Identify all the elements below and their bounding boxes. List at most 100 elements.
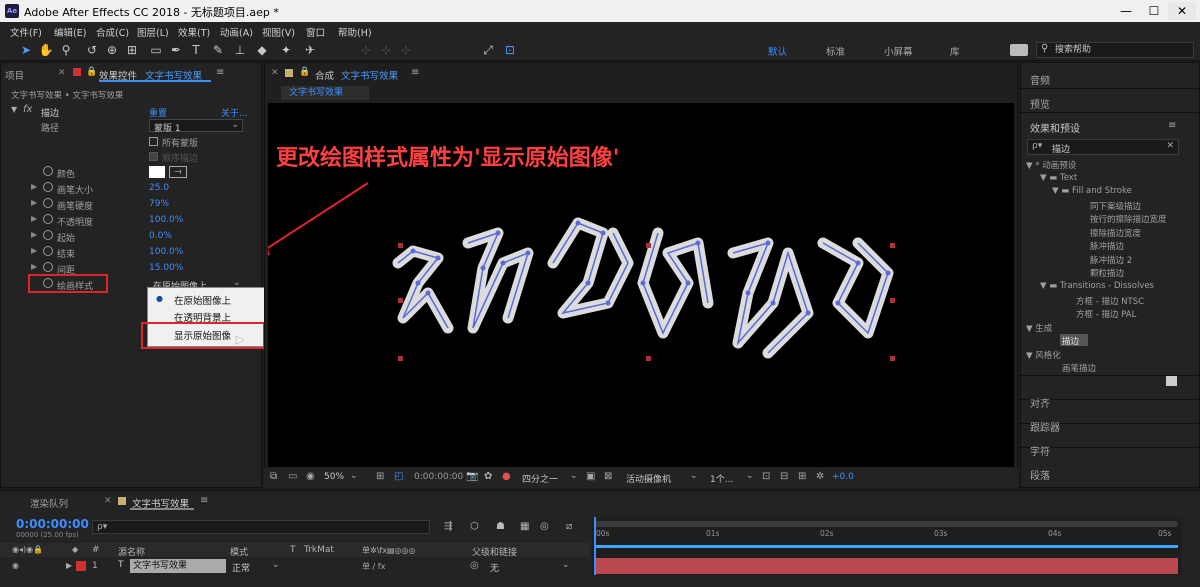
roto-brush-tool-icon[interactable]: ✦ [278, 42, 294, 58]
panel-menu-icon[interactable]: ≡ [216, 67, 224, 78]
zoom-select[interactable]: 50% [324, 472, 344, 482]
expand-triangle-icon[interactable]: ▶ [31, 182, 37, 191]
minimize-button[interactable]: — [1112, 2, 1140, 20]
layer-name[interactable]: 文字书写效果 [130, 559, 226, 573]
mask-visibility-icon[interactable]: ◉ [306, 471, 315, 482]
flowchart-icon[interactable]: ⊞ [798, 471, 806, 482]
tree-item[interactable]: 按行的擦除描边宽度 [1090, 213, 1167, 225]
toggle-pixel-aspect-icon[interactable]: ⊡ [762, 471, 770, 482]
local-axis-icon[interactable]: ⊹ [358, 42, 374, 58]
tree-item[interactable]: 方框 - 描边 NTSC [1076, 295, 1144, 307]
pick-whip-icon[interactable]: ◎ [470, 560, 479, 571]
expand-triangle-icon[interactable]: ▶ [31, 246, 37, 255]
snapping-icon[interactable]: ⤢ [480, 42, 496, 58]
panel-tracker[interactable]: 跟踪器 [1030, 419, 1060, 434]
camera-tool-icon[interactable]: ⊕ [104, 42, 120, 58]
all-masks-checkbox[interactable] [149, 137, 158, 146]
stopwatch-icon[interactable] [43, 182, 53, 192]
tree-item[interactable]: 擦除描边宽度 [1090, 227, 1141, 239]
transparency-grid-icon[interactable]: ⊠ [604, 471, 612, 482]
tree-item[interactable]: 方框 - 描边 PAL [1076, 308, 1136, 320]
color-channel-icon[interactable]: ● [502, 471, 511, 482]
time-navigator[interactable] [594, 521, 1178, 527]
tree-item[interactable]: 同下案级描边 [1090, 200, 1141, 212]
param-value[interactable]: 100.0% [149, 247, 183, 257]
always-preview-icon[interactable]: ⧉ [270, 471, 277, 482]
panel-paragraph[interactable]: 段落 [1030, 467, 1050, 482]
current-time-indicator[interactable] [594, 517, 596, 575]
timeline-timecode[interactable]: 0:00:00:00 [16, 517, 89, 531]
stopwatch-icon[interactable] [43, 246, 53, 256]
panel-menu-icon[interactable]: ≡ [411, 67, 419, 78]
stopwatch-icon[interactable] [43, 166, 53, 176]
table-row[interactable]: ◉ ▶ 1 T 文字书写效果 正常 ⌄ 单 ∕ fx ◎ 无 ⌄ [0, 558, 590, 574]
sequential-checkbox[interactable] [149, 152, 158, 161]
close-button[interactable]: ✕ [1168, 2, 1196, 20]
tree-item-selected[interactable]: 描边 [1062, 335, 1079, 347]
tab-composition-name[interactable]: 文字书写效果 [341, 68, 398, 82]
menu-animation[interactable]: 动画(A) [220, 25, 253, 39]
graph-editor-icon[interactable]: ⧄ [566, 521, 572, 532]
snapshot-icon[interactable]: 📷 [466, 471, 478, 482]
expand-triangle-icon[interactable]: ▼ [11, 105, 17, 114]
snap-target-icon[interactable]: ⊡ [502, 42, 518, 58]
layer-switches[interactable]: 单 ∕ fx [362, 561, 385, 572]
reset-exposure-icon[interactable]: ✲ [816, 471, 824, 482]
tab-project[interactable]: 项目 [5, 68, 24, 82]
fx-icon[interactable]: fx [23, 104, 32, 115]
selection-tool-icon[interactable]: ➤ [18, 42, 34, 58]
workspace-libraries[interactable]: 库 [950, 44, 960, 58]
new-folder-icon[interactable] [1166, 376, 1177, 386]
region-of-interest-icon[interactable]: ◰ [394, 471, 403, 482]
pen-tool-icon[interactable]: ✒ [168, 42, 184, 58]
panel-character[interactable]: 字符 [1030, 443, 1050, 458]
menu-edit[interactable]: 编辑(E) [54, 25, 86, 39]
hand-tool-icon[interactable]: ✋ [38, 42, 54, 58]
color-swatch[interactable] [149, 166, 165, 178]
draft-3d-icon[interactable]: ⬡ [470, 521, 479, 532]
shy-layers-icon[interactable]: ☗ [496, 521, 505, 532]
rectangle-tool-icon[interactable]: ▭ [148, 42, 164, 58]
tree-item[interactable]: 脉冲描边 2 [1090, 254, 1132, 266]
comp-subtab[interactable]: 文字书写效果 [281, 86, 369, 100]
motion-blur-icon[interactable]: ◎ [540, 521, 549, 532]
stopwatch-icon[interactable] [43, 198, 53, 208]
pan-behind-tool-icon[interactable]: ⊞ [124, 42, 140, 58]
timeline-link-icon[interactable]: ⊟ [780, 471, 788, 482]
clear-search-icon[interactable]: ✕ [1166, 141, 1174, 151]
param-value[interactable]: 79% [149, 199, 169, 209]
workspace-menu-icon[interactable] [1010, 44, 1028, 56]
grid-icon[interactable]: ⊞ [376, 471, 384, 482]
menu-composition[interactable]: 合成(C) [96, 25, 129, 39]
menu-file[interactable]: 文件(F) [10, 25, 42, 39]
layer-mode-select[interactable]: 正常 [232, 561, 250, 574]
expand-triangle-icon[interactable]: ▶ [31, 230, 37, 239]
camera-select[interactable]: 活动摄像机 [626, 472, 671, 485]
monitor-icon[interactable]: ▭ [288, 471, 297, 482]
tree-item[interactable]: ▼ ▬ Text [1040, 173, 1077, 183]
rotate-tool-icon[interactable]: ↺ [84, 42, 100, 58]
stopwatch-icon[interactable] [43, 262, 53, 272]
expand-triangle-icon[interactable]: ▶ [31, 198, 37, 207]
help-search-input[interactable]: 搜索帮助 [1036, 42, 1194, 58]
menu-window[interactable]: 窗口 [306, 25, 325, 39]
close-tab-icon[interactable]: ✕ [271, 68, 279, 78]
tree-item[interactable]: ▼ 风格化 [1026, 349, 1061, 361]
current-time[interactable]: 0:00:00:00 [414, 472, 463, 482]
stopwatch-icon[interactable] [43, 230, 53, 240]
puppet-tool-icon[interactable]: ✈ [302, 42, 318, 58]
panel-align[interactable]: 对齐 [1030, 395, 1050, 410]
maximize-button[interactable]: ☐ [1140, 2, 1168, 20]
menu-help[interactable]: 帮助(H) [338, 25, 372, 39]
panel-audio[interactable]: 音频 [1030, 72, 1050, 87]
close-tab-icon[interactable]: ✕ [104, 496, 112, 506]
tree-item[interactable]: 颗粒描边 [1090, 267, 1124, 279]
path-select[interactable]: 蒙版 1 ⌄ [149, 119, 243, 134]
workspace-small-screen[interactable]: 小屏幕 [884, 44, 913, 58]
param-value[interactable]: 15.00% [149, 263, 183, 273]
panel-menu-icon[interactable]: ≡ [200, 495, 208, 506]
show-snapshot-icon[interactable]: ✿ [484, 471, 492, 482]
param-value[interactable]: 25.0 [149, 183, 169, 193]
tree-item[interactable]: ▼ * 动画预设 [1026, 159, 1076, 171]
zoom-tool-icon[interactable]: ⚲ [58, 42, 74, 58]
